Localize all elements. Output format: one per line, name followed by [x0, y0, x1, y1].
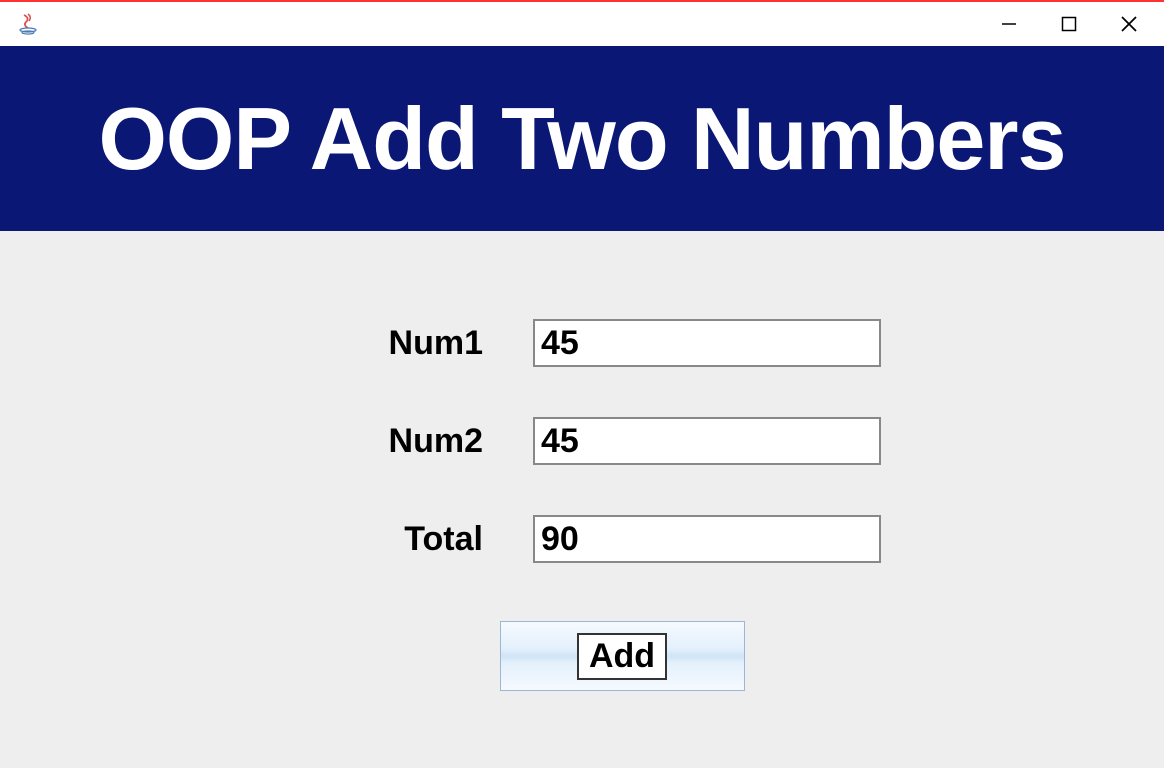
close-button[interactable]	[1106, 6, 1152, 42]
num2-row: Num2	[283, 417, 881, 465]
add-button[interactable]: Add	[500, 621, 745, 691]
page-title: OOP Add Two Numbers	[98, 88, 1065, 190]
num1-label: Num1	[283, 324, 483, 363]
num1-input[interactable]	[533, 319, 881, 367]
num2-label: Num2	[283, 422, 483, 461]
maximize-button[interactable]	[1046, 6, 1092, 42]
header-banner: OOP Add Two Numbers	[0, 46, 1164, 231]
form-area: Num1 Num2 Total Add	[0, 231, 1164, 768]
minimize-button[interactable]	[986, 6, 1032, 42]
total-input[interactable]	[533, 515, 881, 563]
java-app-icon	[16, 12, 40, 36]
title-bar	[0, 2, 1164, 46]
content-pane: OOP Add Two Numbers Num1 Num2 Total Add	[0, 46, 1164, 768]
num2-input[interactable]	[533, 417, 881, 465]
add-button-label: Add	[577, 633, 667, 680]
num1-row: Num1	[283, 319, 881, 367]
application-window: OOP Add Two Numbers Num1 Num2 Total Add	[0, 0, 1164, 768]
total-row: Total	[283, 515, 881, 563]
window-controls	[986, 6, 1156, 42]
total-label: Total	[283, 520, 483, 559]
button-row: Add	[0, 621, 1164, 691]
